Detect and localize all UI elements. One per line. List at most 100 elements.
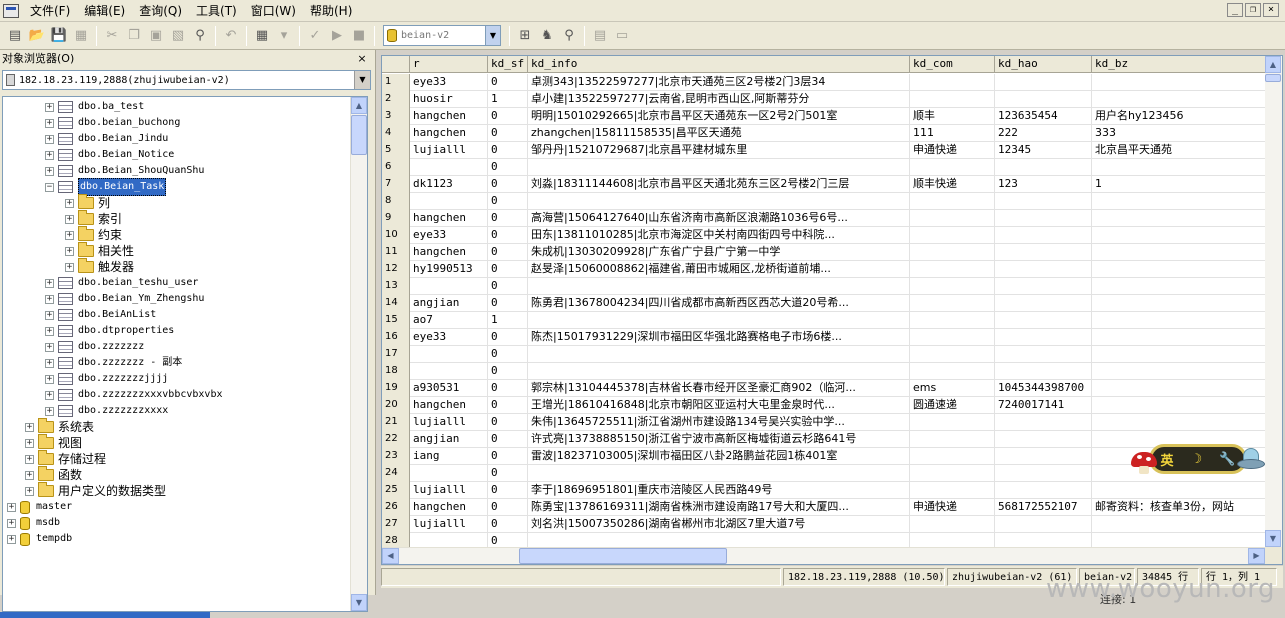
table-cell[interactable]: 许式亮|13738885150|浙江省宁波市高新区梅墟街道云杉路641号 bbox=[528, 431, 910, 448]
tree-node[interactable]: + dbo.zzzzzzz bbox=[45, 339, 144, 355]
table-cell[interactable]: lujialll bbox=[410, 142, 488, 159]
results-mode-icon[interactable]: ▦ bbox=[252, 26, 272, 46]
menu-edit[interactable]: 编辑(E) bbox=[77, 1, 132, 21]
expand-icon[interactable]: + bbox=[7, 518, 16, 528]
row-number[interactable]: 21 bbox=[382, 414, 410, 431]
table-cell[interactable]: 0 bbox=[488, 295, 528, 312]
table-cell[interactable] bbox=[1092, 329, 1272, 346]
table-cell[interactable]: 12345 bbox=[995, 142, 1092, 159]
table-cell[interactable] bbox=[1092, 295, 1272, 312]
table-cell[interactable]: a930531 bbox=[410, 380, 488, 397]
column-header[interactable]: kd_bz bbox=[1092, 56, 1272, 73]
table-cell[interactable]: 陈勇君|13678004234|四川省成都市高新西区西芯大道20号希... bbox=[528, 295, 910, 312]
tree-node[interactable]: + dbo.BeiAnList bbox=[45, 307, 156, 323]
table-cell[interactable]: 郭宗林|13104445378|吉林省长春市经开区圣豪汇商902（临河... bbox=[528, 380, 910, 397]
table-cell[interactable]: 0 bbox=[488, 125, 528, 142]
table-cell[interactable]: 0 bbox=[488, 431, 528, 448]
scroll-right-icon[interactable]: ▶ bbox=[1248, 548, 1265, 564]
menu-help[interactable]: 帮助(H) bbox=[303, 1, 359, 21]
tree-node[interactable]: − dbo.Beian_Task bbox=[45, 178, 167, 196]
expand-icon[interactable]: + bbox=[45, 326, 54, 336]
expand-icon[interactable]: + bbox=[45, 166, 54, 176]
table-cell[interactable]: dk1123 bbox=[410, 176, 488, 193]
table-row[interactable]: 3 hangchen 0 明明|15010292665|北京市昌平区天通苑东一区2号2… bbox=[382, 108, 1272, 125]
ime-bar[interactable]: 英 ☽ 🔧 bbox=[1149, 444, 1247, 474]
table-cell[interactable] bbox=[995, 363, 1092, 380]
table-cell[interactable] bbox=[910, 91, 995, 108]
table-cell[interactable]: 0 bbox=[488, 363, 528, 380]
table-cell[interactable]: 用户名hy123456 bbox=[1092, 108, 1272, 125]
table-cell[interactable] bbox=[1092, 159, 1272, 176]
table-row[interactable]: 19 a930531 0 郭宗林|13104445378|吉林省长春市经开区圣豪汇商9… bbox=[382, 380, 1272, 397]
table-cell[interactable]: 朱成机|13030209928|广东省广宁县广宁第一中学 bbox=[528, 244, 910, 261]
close-icon[interactable]: × bbox=[355, 52, 369, 66]
grid-corner-header[interactable] bbox=[382, 56, 410, 73]
table-cell[interactable]: 1045344398700 bbox=[995, 380, 1092, 397]
table-cell[interactable] bbox=[410, 346, 488, 363]
restore-button[interactable]: ❐ bbox=[1245, 3, 1261, 17]
table-cell[interactable]: 0 bbox=[488, 380, 528, 397]
table-cell[interactable]: 申通快递 bbox=[910, 142, 995, 159]
expand-icon[interactable]: + bbox=[25, 438, 34, 448]
table-cell[interactable] bbox=[910, 74, 995, 91]
expand-icon[interactable]: + bbox=[25, 454, 34, 464]
scroll-left-icon[interactable]: ◀ bbox=[382, 548, 399, 564]
table-cell[interactable] bbox=[995, 261, 1092, 278]
table-cell[interactable] bbox=[528, 193, 910, 210]
expand-icon[interactable]: + bbox=[65, 262, 74, 272]
table-cell[interactable] bbox=[1092, 363, 1272, 380]
tree-node[interactable]: + 列 bbox=[65, 194, 110, 211]
row-number[interactable]: 2 bbox=[382, 91, 410, 108]
execution-plan-icon[interactable]: ⊞ bbox=[515, 26, 535, 46]
menu-query[interactable]: 查询(Q) bbox=[132, 1, 189, 21]
table-cell[interactable]: hangchen bbox=[410, 108, 488, 125]
table-row[interactable]: 60 bbox=[382, 159, 1272, 176]
table-cell[interactable]: 刘名洪|15007350286|湖南省郴州市北湖区7里大道7号 bbox=[528, 516, 910, 533]
expand-icon[interactable]: + bbox=[45, 102, 54, 112]
table-cell[interactable] bbox=[995, 516, 1092, 533]
table-cell[interactable]: hangchen bbox=[410, 125, 488, 142]
table-cell[interactable] bbox=[1092, 91, 1272, 108]
table-cell[interactable]: huosir bbox=[410, 91, 488, 108]
table-cell[interactable]: 明明|15010292665|北京市昌平区天通苑东一区2号2门501室 bbox=[528, 108, 910, 125]
print-icon[interactable]: ▦ bbox=[71, 26, 91, 46]
row-number[interactable]: 16 bbox=[382, 329, 410, 346]
new-query-icon[interactable]: ▤ bbox=[5, 26, 25, 46]
table-row[interactable]: 16 eye33 0 陈杰|15017931229|深圳市福田区华强北路赛格电子市场6… bbox=[382, 329, 1272, 346]
undo-icon[interactable]: ↶ bbox=[221, 26, 241, 46]
table-cell[interactable]: 0 bbox=[488, 278, 528, 295]
expand-icon[interactable]: + bbox=[45, 358, 54, 368]
table-cell[interactable]: 0 bbox=[488, 108, 528, 125]
table-cell[interactable] bbox=[1092, 261, 1272, 278]
table-row[interactable]: 15 ao7 1 bbox=[382, 312, 1272, 329]
table-row[interactable]: 80 bbox=[382, 193, 1272, 210]
tree-node[interactable]: + dbo.Beian_Jindu bbox=[45, 131, 168, 147]
table-cell[interactable]: 卓测343|13522597277|北京市天通苑三区2号楼2门3层34 bbox=[528, 74, 910, 91]
table-cell[interactable]: angjian bbox=[410, 431, 488, 448]
expand-icon[interactable]: + bbox=[45, 278, 54, 288]
table-row[interactable]: 14 angjian 0 陈勇君|13678004234|四川省成都市高新西区西芯大道… bbox=[382, 295, 1272, 312]
table-row[interactable]: 17 0 bbox=[382, 346, 1272, 363]
tree-node[interactable]: + dbo.zzzzzzz - 副本 bbox=[45, 355, 182, 371]
expand-icon[interactable]: + bbox=[65, 230, 74, 240]
row-number[interactable]: 4 bbox=[382, 125, 410, 142]
table-cell[interactable] bbox=[995, 159, 1092, 176]
tree-node[interactable]: + 视图 bbox=[25, 434, 82, 451]
row-number[interactable]: 24 bbox=[382, 465, 410, 482]
scroll-up-icon[interactable]: ▲ bbox=[351, 97, 367, 114]
expand-icon[interactable]: + bbox=[45, 118, 54, 128]
table-cell[interactable]: lujialll bbox=[410, 414, 488, 431]
table-cell[interactable]: eye33 bbox=[410, 329, 488, 346]
row-number[interactable]: 3 bbox=[382, 108, 410, 125]
table-cell[interactable] bbox=[528, 312, 910, 329]
table-row[interactable]: 9 hangchen 0 高海营|15064127640|山东省济南市高新区浪潮路10… bbox=[382, 210, 1272, 227]
ime-language-label[interactable]: 英 bbox=[1161, 450, 1174, 469]
table-cell[interactable] bbox=[995, 329, 1092, 346]
column-header[interactable]: kd_hao bbox=[995, 56, 1092, 73]
results-pane-icon[interactable]: ▭ bbox=[612, 26, 632, 46]
expand-icon[interactable]: + bbox=[25, 486, 34, 496]
table-cell[interactable]: 1 bbox=[488, 312, 528, 329]
close-button[interactable]: × bbox=[1263, 3, 1279, 17]
table-cell[interactable]: 1 bbox=[488, 91, 528, 108]
table-cell[interactable] bbox=[1092, 380, 1272, 397]
